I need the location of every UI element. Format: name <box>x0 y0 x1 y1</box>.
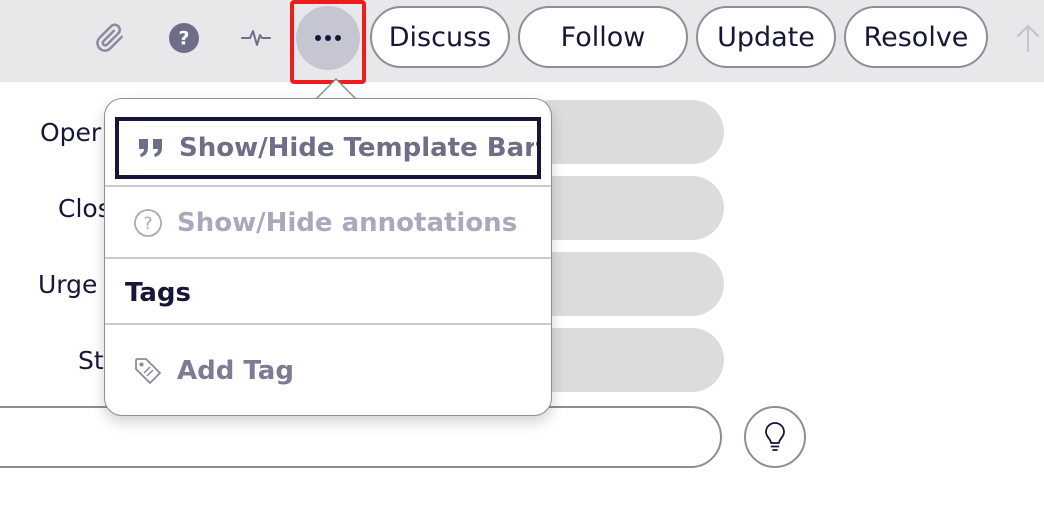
menu-divider <box>105 257 551 259</box>
menu-item-show-hide-annotations[interactable]: ? Show/Hide annotations <box>105 193 551 253</box>
menu-item-show-hide-template-bar[interactable]: Show/Hide Template Bar <box>115 117 541 179</box>
svg-text:?: ? <box>178 28 189 50</box>
tags-heading: Tags <box>125 278 192 308</box>
svg-text:?: ? <box>143 214 152 234</box>
activity-pulse-icon[interactable] <box>234 16 278 60</box>
form-label-status: St <box>78 346 104 375</box>
menu-divider <box>105 323 551 325</box>
paperclip-icon[interactable] <box>88 16 132 60</box>
more-options-menu: Show/Hide Template Bar ? Show/Hide annot… <box>104 98 552 416</box>
lightbulb-icon <box>765 422 785 451</box>
menu-item-label: Add Tag <box>177 356 294 386</box>
menu-divider <box>105 185 551 187</box>
follow-button[interactable]: Follow <box>518 6 688 68</box>
menu-item-label: Show/Hide Template Bar <box>179 133 537 163</box>
tag-icon <box>135 358 161 384</box>
toolbar: ? Discuss Follow Update Resolve <box>0 0 1044 82</box>
menu-item-add-tag[interactable]: Add Tag <box>105 341 551 401</box>
form-label-open: Oper <box>40 118 102 147</box>
help-circle-icon[interactable]: ? <box>162 16 206 60</box>
lightbulb-button[interactable] <box>744 406 806 468</box>
more-options-button[interactable] <box>296 6 360 70</box>
help-outline-icon: ? <box>134 209 162 237</box>
update-button[interactable]: Update <box>696 6 836 68</box>
arrow-up-icon[interactable] <box>1006 16 1044 60</box>
form-label-urgency: Urge <box>38 270 98 299</box>
more-options-icon <box>315 35 341 41</box>
resolve-button[interactable]: Resolve <box>844 6 988 68</box>
form-label-closed: Clos <box>58 194 111 223</box>
menu-item-label: Show/Hide annotations <box>177 208 518 238</box>
quote-icon <box>139 139 162 157</box>
discuss-button[interactable]: Discuss <box>370 6 510 68</box>
